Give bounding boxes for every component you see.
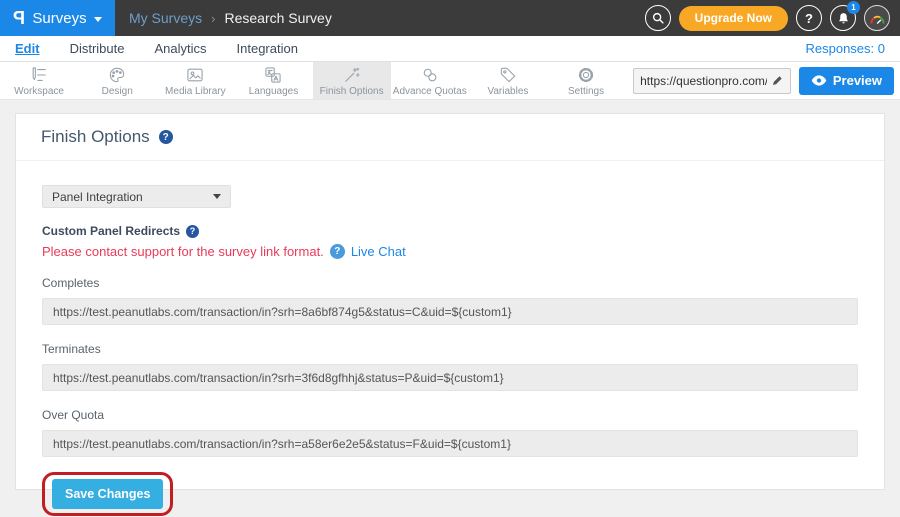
finish-options-help-icon[interactable]: ? (159, 130, 173, 144)
search-icon (651, 11, 665, 25)
topbar: P Surveys My Surveys › Research Survey U… (0, 0, 900, 36)
tab-distribute[interactable]: Distribute (70, 41, 125, 56)
breadcrumb-my-surveys[interactable]: My Surveys (129, 10, 202, 26)
toolbar-tab-settings[interactable]: Settings (547, 62, 625, 99)
toolbar-tab-label: Advance Quotas (393, 86, 467, 97)
edit-pencil-icon[interactable] (771, 74, 784, 87)
terminates-label: Terminates (42, 342, 858, 356)
terminates-url-input[interactable] (42, 364, 858, 391)
redirects-help-icon[interactable]: ? (186, 225, 199, 238)
notification-badge: 1 (847, 1, 860, 14)
survey-nav: Edit Distribute Analytics Integration Re… (0, 36, 900, 62)
magic-wand-icon (342, 67, 362, 84)
completes-label: Completes (42, 276, 858, 290)
terminates-field-group: Terminates (42, 342, 858, 391)
toolbar-tab-workspace[interactable]: Workspace (0, 62, 78, 99)
tab-edit[interactable]: Edit (15, 41, 40, 56)
survey-url-input[interactable] (640, 74, 767, 88)
toolbar-tab-advance-quotas[interactable]: Advance Quotas (391, 62, 469, 99)
help-button[interactable]: ? (796, 5, 822, 31)
toolbar-tab-design[interactable]: Design (78, 62, 156, 99)
topbar-actions: Upgrade Now ? 1 (645, 5, 890, 31)
section-label-text: Custom Panel Redirects (42, 224, 180, 238)
image-icon (185, 67, 205, 84)
gear-icon (576, 67, 596, 84)
surveys-menu[interactable]: P Surveys (0, 0, 115, 36)
page-content: Finish Options ? Panel Integration Custo… (0, 100, 900, 517)
workspace-icon (29, 67, 49, 84)
over-quota-field-group: Over Quota (42, 408, 858, 457)
breadcrumb: My Surveys › Research Survey (129, 10, 332, 26)
toolbar-tab-label: Settings (568, 86, 604, 97)
account-avatar[interactable] (864, 5, 890, 31)
toolbar-tab-languages[interactable]: Languages (234, 62, 312, 99)
questionpro-logo: P (13, 8, 25, 29)
finish-options-card: Finish Options ? Panel Integration Custo… (15, 113, 885, 490)
toolbar-tab-label: Media Library (165, 86, 226, 97)
completes-field-group: Completes (42, 276, 858, 325)
tag-icon (498, 67, 518, 84)
chevron-down-icon (94, 17, 102, 22)
tab-integration[interactable]: Integration (237, 41, 298, 56)
chevron-down-icon (213, 194, 221, 199)
toolbar-tab-label: Workspace (14, 86, 64, 97)
over-quota-url-input[interactable] (42, 430, 858, 457)
red-highlight-annotation: Save Changes (42, 472, 173, 516)
palette-icon (107, 67, 127, 84)
panel-type-select-value: Panel Integration (52, 190, 143, 204)
preview-button-label: Preview (833, 73, 882, 88)
custom-panel-redirects-heading: Custom Panel Redirects ? (42, 224, 858, 238)
toolbar-tab-label: Languages (249, 86, 299, 97)
question-icon: ? (805, 11, 813, 26)
toolbar-tab-label: Finish Options (320, 86, 384, 97)
save-changes-button[interactable]: Save Changes (52, 479, 163, 509)
save-row: Save Changes (42, 472, 858, 516)
page-title: Finish Options (41, 127, 150, 147)
notifications-button[interactable]: 1 (830, 5, 856, 31)
panel-type-select[interactable]: Panel Integration (42, 185, 231, 208)
support-note-line: Please contact support for the survey li… (42, 244, 858, 259)
surveys-menu-label: Surveys (32, 10, 86, 27)
gauge-icon (869, 12, 886, 25)
tab-analytics[interactable]: Analytics (154, 41, 206, 56)
upgrade-now-button[interactable]: Upgrade Now (679, 6, 788, 31)
breadcrumb-current-survey: Research Survey (224, 10, 331, 26)
card-body: Panel Integration Custom Panel Redirects… (16, 161, 884, 517)
chain-link-icon (420, 67, 440, 84)
over-quota-label: Over Quota (42, 408, 858, 422)
completes-url-input[interactable] (42, 298, 858, 325)
card-header: Finish Options ? (16, 114, 884, 161)
responses-count[interactable]: Responses: 0 (806, 41, 886, 56)
toolbar-tab-label: Variables (487, 86, 528, 97)
survey-url-box (633, 68, 791, 94)
toolbar-tab-variables[interactable]: Variables (469, 62, 547, 99)
search-button[interactable] (645, 5, 671, 31)
live-chat-icon[interactable]: ? (330, 244, 345, 259)
toolbar-tab-media-library[interactable]: Media Library (156, 62, 234, 99)
eye-icon (811, 75, 827, 86)
edit-toolbar: Workspace Design Media Library Languages… (0, 62, 900, 100)
breadcrumb-separator: › (211, 11, 215, 26)
preview-button[interactable]: Preview (799, 67, 894, 95)
live-chat-link[interactable]: Live Chat (351, 244, 406, 259)
toolbar-tab-label: Design (102, 86, 133, 97)
toolbar-tab-finish-options[interactable]: Finish Options (313, 62, 391, 99)
support-note-text: Please contact support for the survey li… (42, 244, 324, 259)
bell-icon (837, 12, 850, 25)
translate-icon (263, 67, 283, 84)
